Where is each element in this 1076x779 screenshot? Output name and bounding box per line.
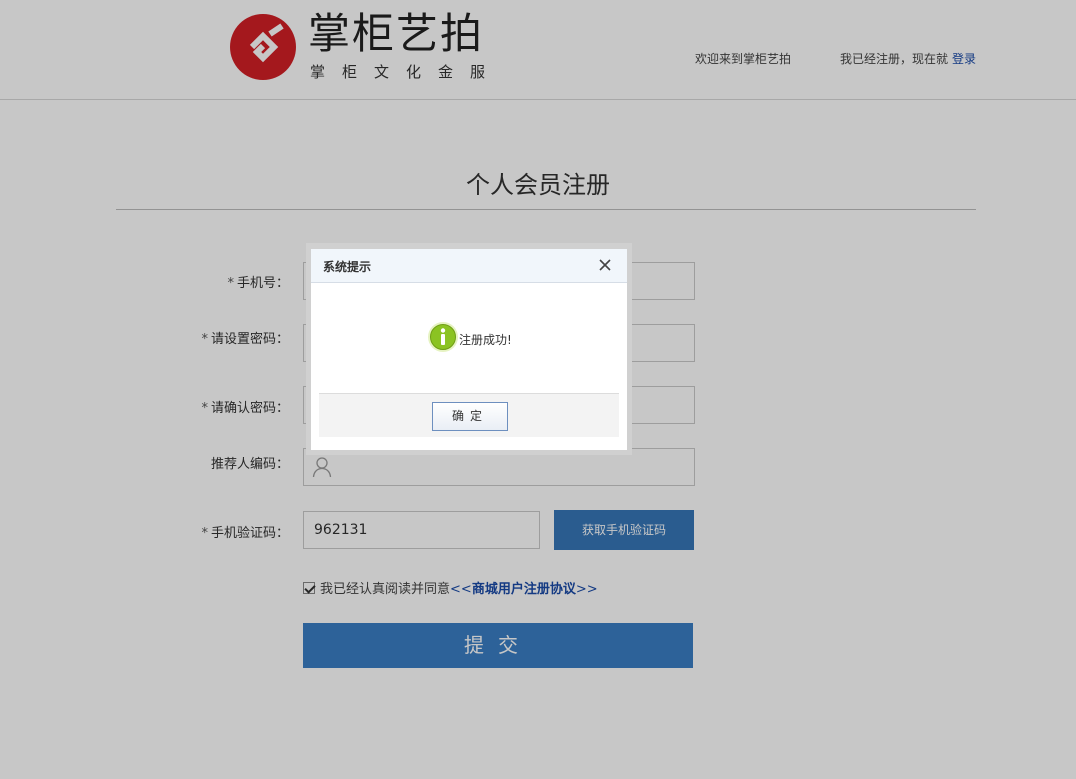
dialog-footer: 确定 xyxy=(319,393,619,437)
dialog-message: 注册成功! xyxy=(459,333,512,347)
dialog-header: 系统提示 xyxy=(311,249,627,283)
system-dialog: 系统提示 注册成功! 确定 xyxy=(311,249,627,450)
dialog-body: 注册成功! xyxy=(311,283,627,393)
ok-button[interactable]: 确定 xyxy=(432,402,508,431)
dialog-title: 系统提示 xyxy=(323,260,372,274)
close-icon[interactable] xyxy=(597,257,613,273)
info-icon xyxy=(427,321,459,353)
